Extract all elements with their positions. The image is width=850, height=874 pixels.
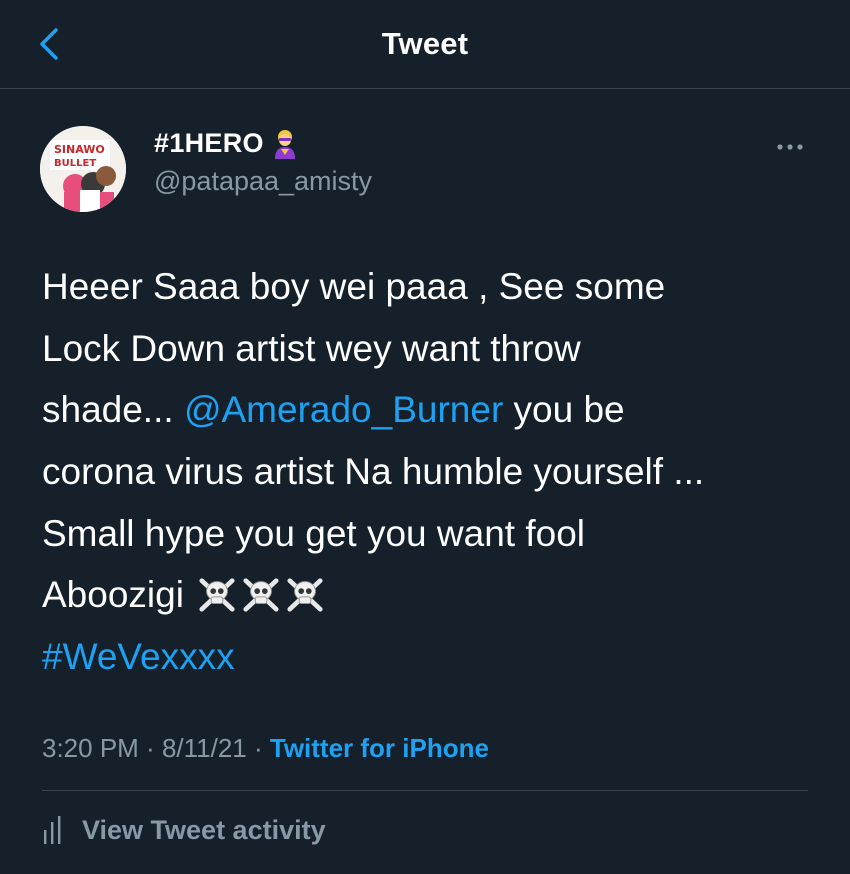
tweet-line: Heeer Saaa boy wei paaa , See some xyxy=(42,266,666,307)
skull-crossbones-icon xyxy=(287,578,323,613)
skull-emoji-group xyxy=(198,564,324,626)
activity-bars-icon xyxy=(44,816,61,844)
divider xyxy=(42,790,808,791)
hashtag-link[interactable]: #WeVexxxx xyxy=(42,636,235,677)
tweet-text-segment: you be xyxy=(503,389,625,431)
author-name-row[interactable]: #1HERO xyxy=(154,128,298,159)
avatar-text-top: SINAWO xyxy=(54,143,105,156)
meta-separator: · xyxy=(246,733,270,763)
more-options-button[interactable] xyxy=(772,135,808,159)
tweet-text-segment: Aboozigi xyxy=(42,574,184,616)
tweet-line: Aboozigi xyxy=(42,564,832,626)
tweet-time: 3:20 PM xyxy=(42,733,139,763)
view-tweet-activity-button[interactable]: View Tweet activity xyxy=(42,814,326,846)
display-name: #1HERO xyxy=(154,128,264,158)
page-title: Tweet xyxy=(381,26,469,61)
tweet-line: Lock Down artist wey want throw xyxy=(42,327,581,369)
superhero-emoji-icon xyxy=(274,129,295,159)
avatar[interactable]: SINAWO BULLET xyxy=(40,126,126,212)
user-handle[interactable]: @patapaa_amisty xyxy=(154,166,372,197)
activity-label: View Tweet activity xyxy=(82,814,326,845)
tweet-line: Small hype you get you want fool xyxy=(42,512,585,554)
mention-link[interactable]: @Amerado_Burner xyxy=(184,389,503,430)
avatar-text-bottom: BULLET xyxy=(54,158,96,169)
skull-crossbones-icon xyxy=(199,578,235,613)
more-options-icon xyxy=(777,144,803,150)
top-nav-bar: Tweet xyxy=(0,0,850,89)
tweet-source-link[interactable]: Twitter for iPhone xyxy=(270,733,489,763)
tweet-text-segment: shade... xyxy=(42,389,184,431)
tweet-detail-screen: Tweet SINAWO BULLET #1HERO @patapaa_amis… xyxy=(0,0,850,874)
tweet-line: corona virus artist Na humble yourself .… xyxy=(42,451,705,493)
tweet-text: Heeer Saaa boy wei paaa , See some Lock … xyxy=(42,256,832,688)
tweet-line: shade... @Amerado_Burner you be xyxy=(42,379,832,441)
avatar-image: SINAWO BULLET xyxy=(40,126,126,212)
tweet-meta: 3:20 PM · 8/11/21 · Twitter for iPhone xyxy=(42,733,489,764)
skull-crossbones-icon xyxy=(243,578,279,613)
tweet-line: #WeVexxxx xyxy=(42,626,832,688)
tweet-date: 8/11/21 xyxy=(161,733,247,763)
meta-separator: · xyxy=(138,733,162,763)
